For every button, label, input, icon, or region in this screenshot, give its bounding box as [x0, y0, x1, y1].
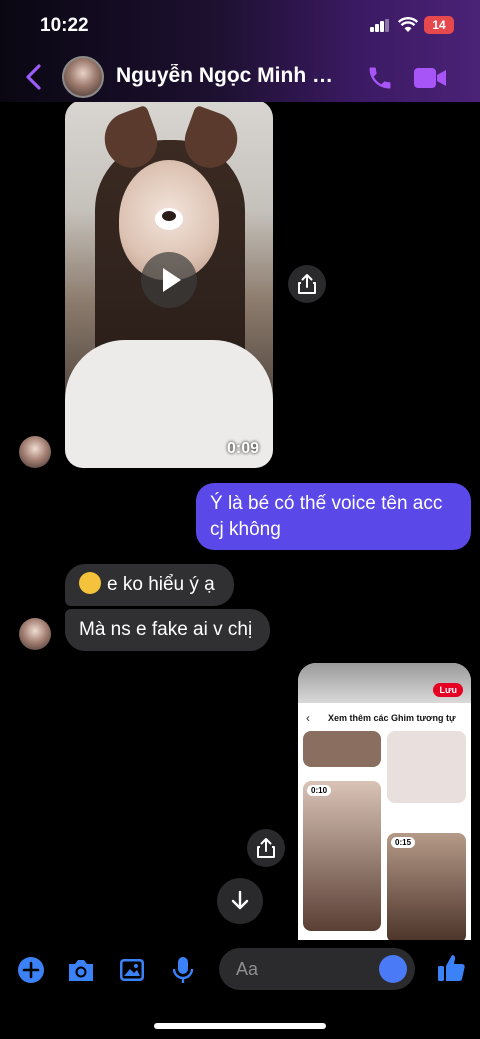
- pin-save-button: Lưu: [433, 683, 463, 697]
- phone-call-icon[interactable]: [366, 64, 394, 92]
- shared-pin-message[interactable]: Lưu ‹ Xem thêm các Ghim tương tự 0:10 ♥ …: [298, 663, 471, 940]
- message-list[interactable]: 0:09 Ý là bé có thế voice tên acc cj khô…: [0, 102, 480, 940]
- message-composer: Aa: [0, 940, 480, 1000]
- image-icon[interactable]: [118, 956, 146, 984]
- pin-tile: [387, 731, 466, 803]
- back-button[interactable]: [20, 62, 48, 92]
- incoming-message[interactable]: Mà ns e fake ai v chị: [65, 609, 270, 651]
- share-icon: [298, 274, 316, 294]
- battery-indicator: 14: [424, 16, 454, 34]
- pin-tile-duration: 0:10: [307, 785, 332, 796]
- status-bar: 10:22 14: [0, 0, 480, 52]
- status-time: 10:22: [40, 15, 89, 36]
- microphone-icon[interactable]: [171, 956, 195, 984]
- home-indicator: [154, 1023, 326, 1029]
- emoji-icon[interactable]: [379, 955, 407, 983]
- share-button[interactable]: [247, 829, 285, 867]
- pin-tile: 0:15: [387, 833, 466, 940]
- sender-avatar[interactable]: [19, 436, 51, 468]
- message-input-placeholder: Aa: [236, 959, 259, 979]
- thumbs-up-icon[interactable]: [436, 952, 466, 984]
- pin-tile-duration: 0:15: [391, 837, 416, 848]
- arrow-down-icon: [231, 890, 249, 910]
- video-call-icon[interactable]: [413, 65, 447, 91]
- chevron-left-icon: ‹: [306, 711, 310, 725]
- wifi-icon: [398, 17, 418, 32]
- pin-title: Xem thêm các Ghim tương tự: [328, 713, 456, 723]
- contact-avatar[interactable]: [62, 56, 104, 98]
- camera-icon[interactable]: [66, 956, 96, 984]
- pin-tile: 0:10: [303, 781, 381, 931]
- sender-avatar[interactable]: [19, 618, 51, 650]
- contact-name[interactable]: Nguyễn Ngọc Minh C...: [116, 64, 336, 88]
- incoming-message-text: e ko hiểu ý ạ: [107, 574, 215, 595]
- pleading-face-emoji: [79, 571, 101, 594]
- message-input[interactable]: Aa: [219, 948, 415, 990]
- share-button[interactable]: [288, 265, 326, 303]
- signal-icon: [370, 19, 390, 32]
- outgoing-message[interactable]: Ý là bé có thế voice tên acc cj không: [196, 483, 471, 550]
- share-icon: [257, 838, 275, 858]
- incoming-message[interactable]: e ko hiểu ý ạ: [65, 564, 234, 606]
- pin-tile: [303, 731, 381, 767]
- scroll-to-bottom-button[interactable]: [217, 878, 263, 924]
- video-message[interactable]: 0:09: [65, 102, 273, 468]
- conversation-header: Nguyễn Ngọc Minh C...: [0, 52, 480, 102]
- video-duration: 0:09: [226, 440, 259, 457]
- plus-icon[interactable]: [17, 956, 45, 984]
- play-icon[interactable]: [141, 252, 197, 308]
